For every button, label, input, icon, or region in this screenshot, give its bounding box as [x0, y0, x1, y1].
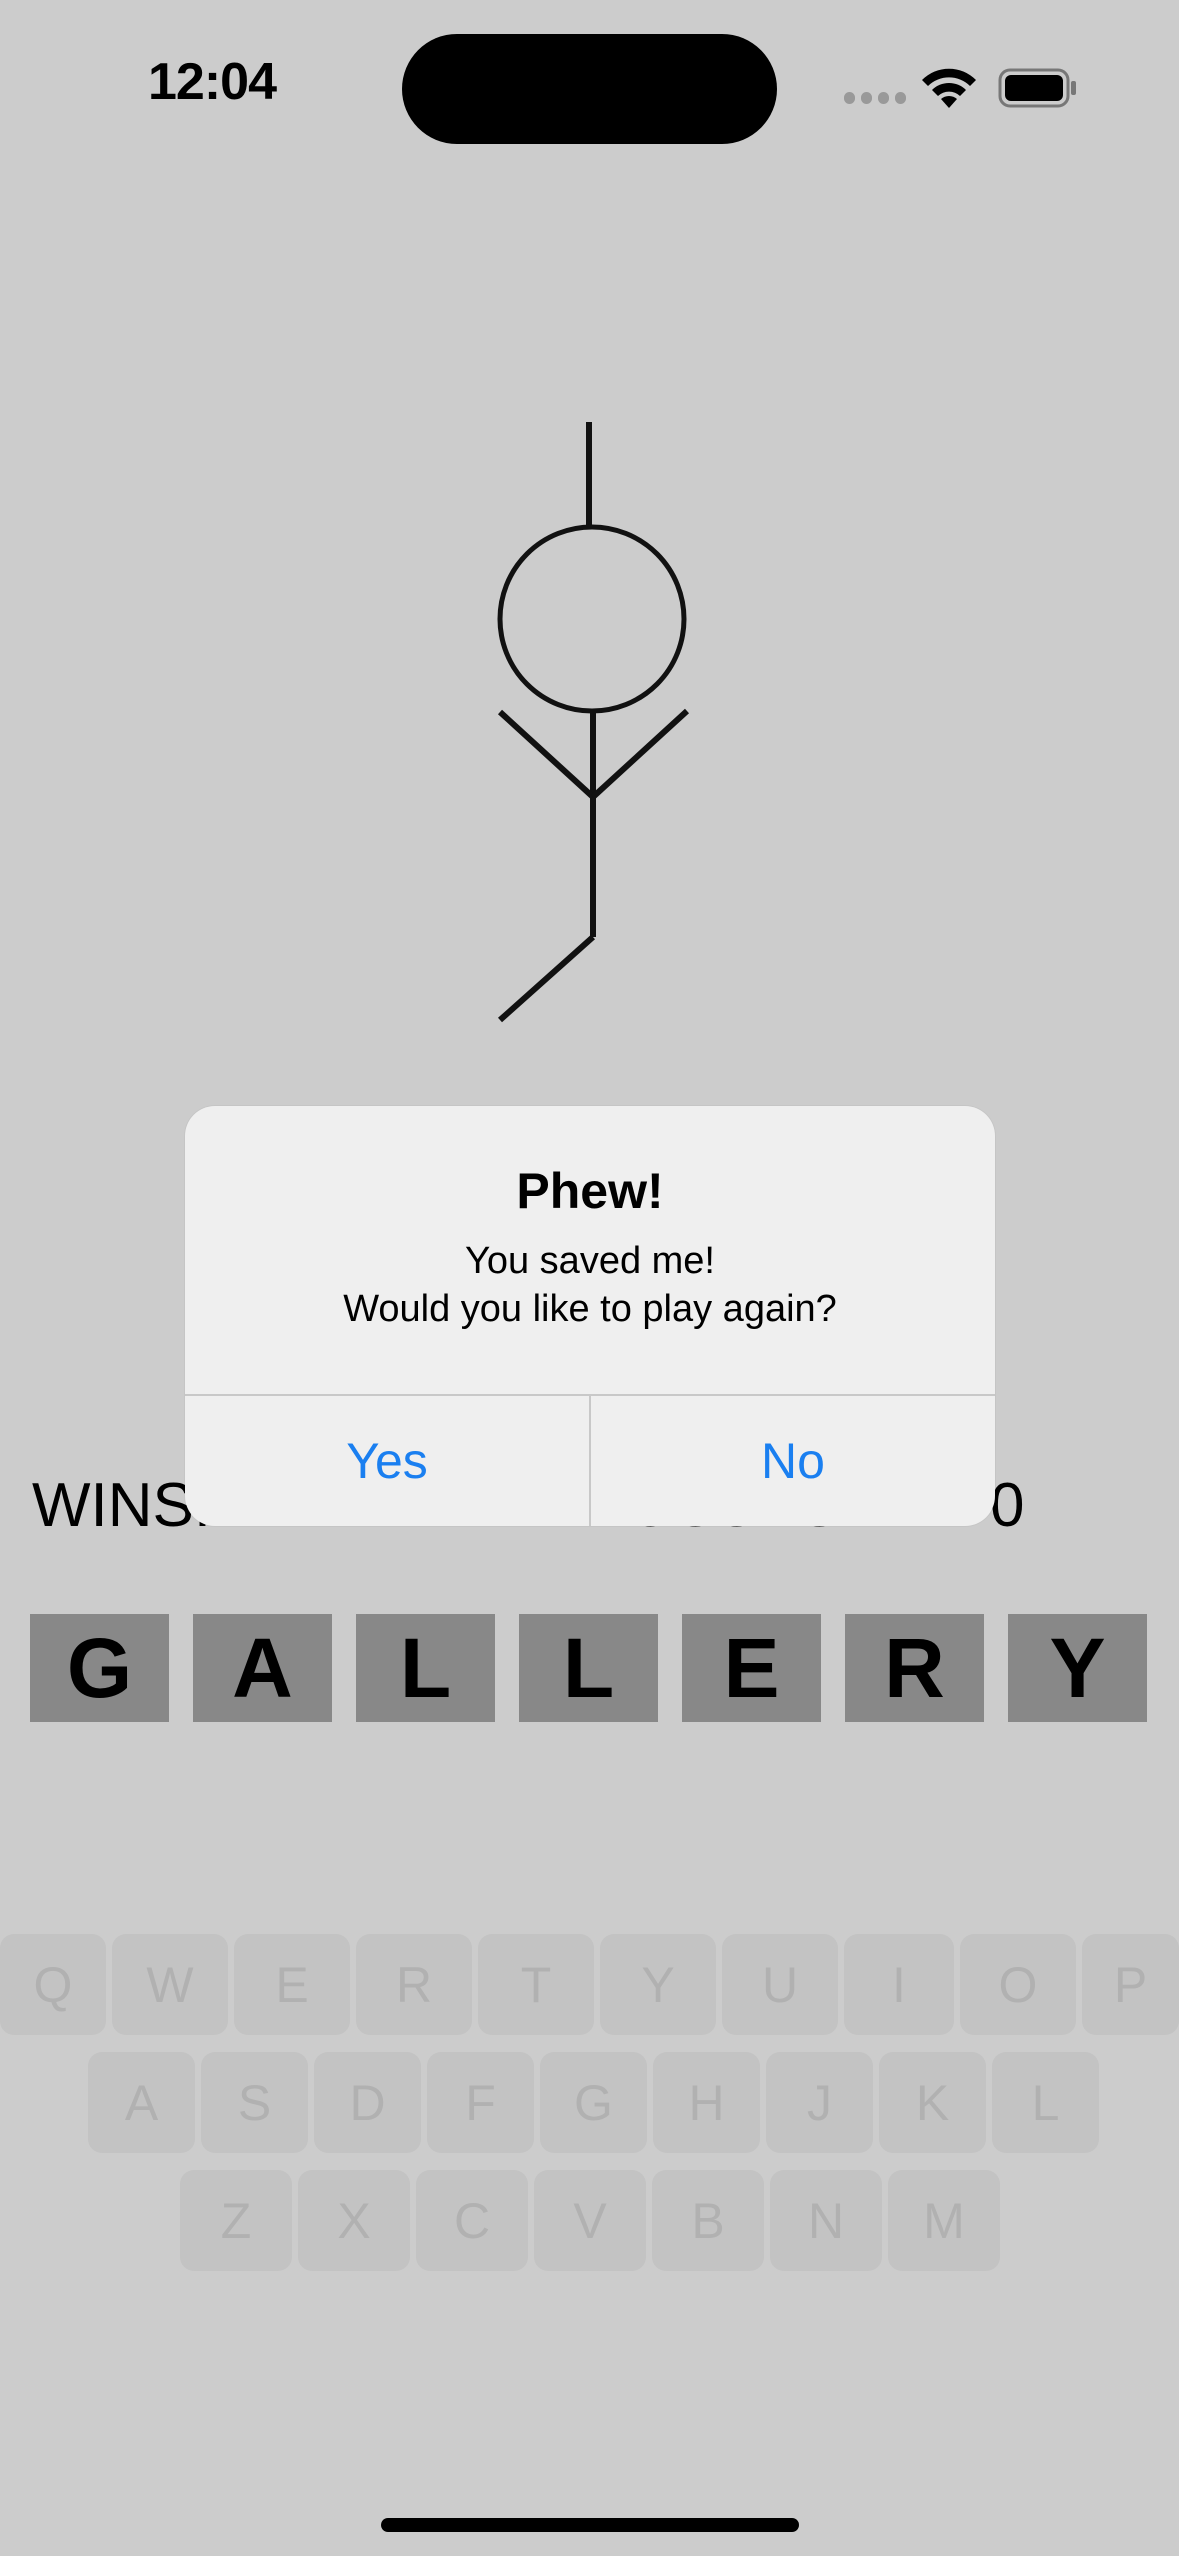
letter-tile: L — [356, 1614, 495, 1722]
status-time: 12:04 — [148, 53, 277, 111]
key-c[interactable]: C — [416, 2170, 528, 2271]
letter-tile: Y — [1008, 1614, 1147, 1722]
key-f[interactable]: F — [427, 2052, 534, 2153]
key-a[interactable]: A — [88, 2052, 195, 2153]
hangman-head — [497, 524, 687, 714]
letter-tile: G — [30, 1614, 169, 1722]
key-l[interactable]: L — [992, 2052, 1099, 2153]
key-x[interactable]: X — [298, 2170, 410, 2271]
hangman-figure — [497, 422, 690, 1023]
key-h[interactable]: H — [653, 2052, 760, 2153]
key-m[interactable]: M — [888, 2170, 1000, 2271]
home-indicator[interactable] — [381, 2518, 799, 2532]
no-button[interactable]: No — [591, 1396, 995, 1526]
word-tiles: G A L L E R Y — [30, 1614, 1150, 1722]
yes-button[interactable]: Yes — [185, 1396, 589, 1526]
key-v[interactable]: V — [534, 2170, 646, 2271]
key-j[interactable]: J — [766, 2052, 873, 2153]
letter-tile: E — [682, 1614, 821, 1722]
key-d[interactable]: D — [314, 2052, 421, 2153]
key-z[interactable]: Z — [180, 2170, 292, 2271]
key-q[interactable]: Q — [0, 1934, 106, 2035]
key-e[interactable]: E — [234, 1934, 350, 2035]
alert-message-line2: Would you like to play again? — [343, 1288, 837, 1330]
key-b[interactable]: B — [652, 2170, 764, 2271]
alert-message-line1: You saved me! — [465, 1240, 715, 1282]
key-s[interactable]: S — [201, 2052, 308, 2153]
key-p[interactable]: P — [1082, 1934, 1179, 2035]
battery-icon — [998, 68, 1076, 108]
letter-tile: L — [519, 1614, 658, 1722]
key-n[interactable]: N — [770, 2170, 882, 2271]
cellular-signal-icon — [844, 92, 906, 106]
hangman-right-arm — [590, 708, 690, 800]
hangman-left-leg — [498, 934, 595, 1023]
key-w[interactable]: W — [112, 1934, 228, 2035]
letter-tile: A — [193, 1614, 332, 1722]
alert-title: Phew! — [516, 1163, 664, 1219]
key-u[interactable]: U — [722, 1934, 838, 2035]
letter-tile: R — [845, 1614, 984, 1722]
key-t[interactable]: T — [478, 1934, 594, 2035]
wifi-icon — [922, 68, 976, 108]
hangman-left-arm — [497, 709, 596, 800]
dynamic-island — [402, 34, 777, 144]
play-again-alert: Phew! You saved me! Would you like to pl… — [185, 1106, 995, 1526]
key-o[interactable]: O — [960, 1934, 1076, 2035]
key-i[interactable]: I — [844, 1934, 954, 2035]
losses-value: 0 — [990, 1471, 1025, 1540]
key-k[interactable]: K — [879, 2052, 986, 2153]
key-r[interactable]: R — [356, 1934, 472, 2035]
key-g[interactable]: G — [540, 2052, 647, 2153]
key-y[interactable]: Y — [600, 1934, 716, 2035]
